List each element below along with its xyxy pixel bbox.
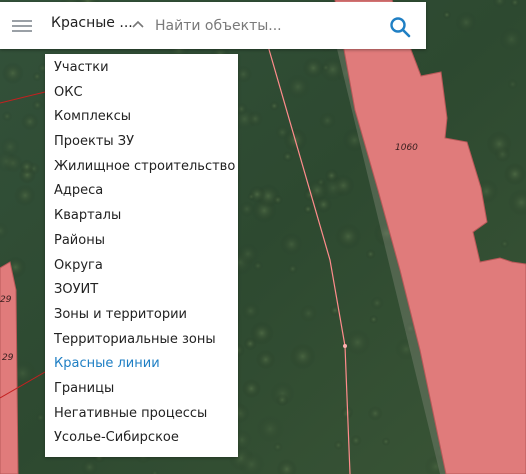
layer-dropdown: Участки ОКС Комплексы Проекты ЗУ Жилищно… (45, 54, 238, 457)
layer-option-parcels[interactable]: Участки (45, 56, 238, 81)
parcel-left[interactable] (0, 261, 19, 474)
layer-option-territorial-zones[interactable]: Территориальные зоны (45, 328, 238, 353)
boundary-vertex (343, 344, 347, 348)
search-input[interactable] (155, 12, 375, 40)
chevron-up-icon[interactable] (131, 19, 145, 29)
layer-option-blocks[interactable]: Кварталы (45, 204, 238, 229)
parcel-label-left-top: 29 (0, 295, 12, 305)
layer-option-negative-processes[interactable]: Негативные процессы (45, 402, 238, 427)
menu-icon[interactable] (12, 15, 32, 35)
layer-option-zu-projects[interactable]: Проекты ЗУ (45, 130, 238, 155)
layer-option-housing[interactable]: Жилищное строительство (45, 155, 238, 180)
layer-option-okrugs[interactable]: Округа (45, 254, 238, 279)
parcel-label-1060: 1060 (395, 143, 418, 153)
search-icon[interactable] (389, 16, 411, 38)
layer-option-zones-territories[interactable]: Зоны и территории (45, 303, 238, 328)
layer-option-borders[interactable]: Границы (45, 377, 238, 402)
layer-option-addresses[interactable]: Адреса (45, 179, 238, 204)
layer-option-districts[interactable]: Районы (45, 229, 238, 254)
parcel-label-left-bottom: 29 (2, 353, 14, 363)
search-bar: Красные ... (0, 2, 426, 49)
layer-option-oks[interactable]: ОКС (45, 81, 238, 106)
layer-selector[interactable]: Красные ... (51, 15, 133, 31)
layer-option-zouit[interactable]: ЗОУИТ (45, 278, 238, 303)
layer-option-usolye-sibirskoye[interactable]: Усолье-Сибирское (45, 426, 238, 451)
layer-option-complexes[interactable]: Комплексы (45, 105, 238, 130)
layer-option-red-lines[interactable]: Красные линии (45, 352, 238, 377)
